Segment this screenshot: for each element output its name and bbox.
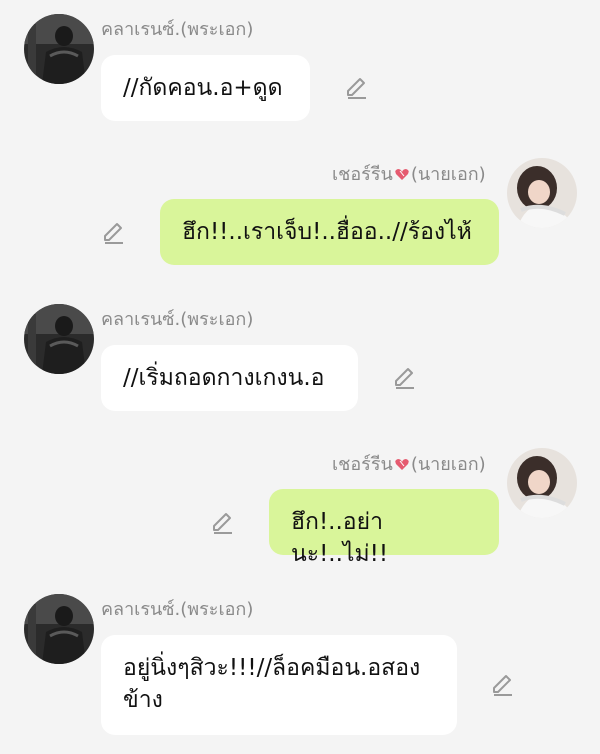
avatar-left[interactable] <box>24 14 94 84</box>
avatar-right[interactable] <box>507 158 577 228</box>
message-bubble[interactable]: ฮึก!!..เราเจ็บ!..ฮื่ออ..//ร้องไห้ <box>160 199 499 265</box>
avatar-left[interactable] <box>24 304 94 374</box>
avatar-right[interactable] <box>507 448 577 518</box>
message-text: ฮึก!!..เราเจ็บ!..ฮื่ออ..//ร้องไห้ <box>182 219 472 245</box>
sender-name-text: เชอร์รีน <box>332 164 393 185</box>
message-bubble[interactable]: //กัดคอน.อ+ดูด <box>101 55 310 121</box>
pencil-edit-icon[interactable] <box>344 75 370 101</box>
sender-name-text: เชอร์รีน <box>332 454 393 475</box>
message-text: ฮึก!..อย่านะ!..ไม่!! <box>291 509 389 567</box>
chat-thread: คลาเรนซ์.(พระเอก) //กัดคอน.อ+ดูด เชอร์รี… <box>0 0 600 754</box>
message-text: //กัดคอน.อ+ดูด <box>123 75 283 101</box>
sender-name-text: คลาเรนซ์. <box>101 599 181 620</box>
sender-name: คลาเรนซ์.(พระเอก) <box>101 19 253 41</box>
sender-name: คลาเรนซ์.(พระเอก) <box>101 599 253 621</box>
sender-role: (นายเอก) <box>410 164 486 185</box>
message-text: อยู่นิ่งๆสิวะ!!!//ล็อคมือน.อสอง ข้าง <box>123 655 421 713</box>
pencil-edit-icon[interactable] <box>392 365 418 391</box>
sender-role: (พระเอก) <box>180 599 254 620</box>
avatar-left[interactable] <box>24 594 94 664</box>
sender-role: (นายเอก) <box>410 454 486 475</box>
pencil-edit-icon[interactable] <box>101 220 127 246</box>
sender-name: เชอร์รีน (นายเอก) <box>332 454 486 476</box>
message-text: //เริ่มถอดกางเกงน.อ <box>123 365 325 391</box>
sender-role: (พระเอก) <box>180 19 254 40</box>
message-bubble[interactable]: ฮึก!..อย่านะ!..ไม่!! <box>269 489 499 567</box>
heart-emoji-icon <box>394 166 410 182</box>
sender-name-text: คลาเรนซ์. <box>101 19 181 40</box>
message-bubble[interactable]: อยู่นิ่งๆสิวะ!!!//ล็อคมือน.อสอง ข้าง <box>101 635 457 735</box>
pencil-edit-icon[interactable] <box>490 672 516 698</box>
sender-name: เชอร์รีน (นายเอก) <box>332 164 486 186</box>
sender-name-text: คลาเรนซ์. <box>101 309 181 330</box>
sender-role: (พระเอก) <box>180 309 254 330</box>
heart-emoji-icon <box>394 456 410 472</box>
pencil-edit-icon[interactable] <box>210 510 236 536</box>
sender-name: คลาเรนซ์.(พระเอก) <box>101 309 253 331</box>
message-bubble[interactable]: //เริ่มถอดกางเกงน.อ <box>101 345 358 411</box>
